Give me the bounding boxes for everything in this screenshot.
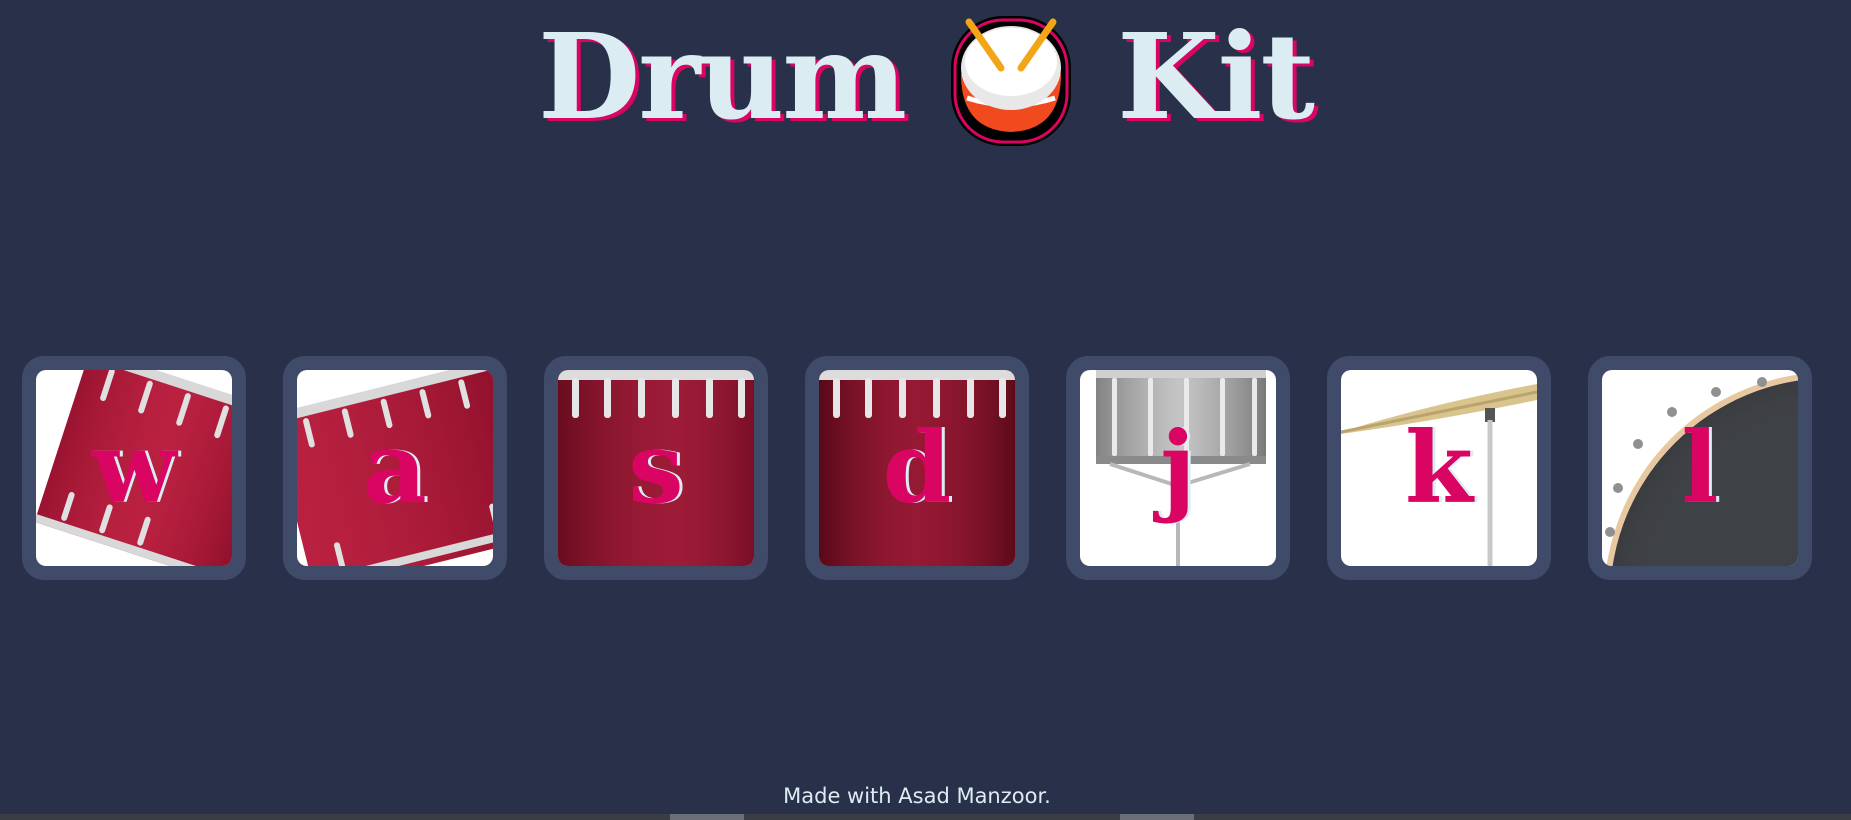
drum-key-label: a bbox=[363, 411, 427, 526]
drum-key-label: j bbox=[1160, 411, 1196, 526]
drum-face: k bbox=[1341, 370, 1537, 566]
scrollbar-thumb[interactable] bbox=[670, 814, 744, 820]
drum-button-w[interactable]: w bbox=[22, 356, 246, 580]
footer-credit: Made with Asad Manzoor. bbox=[783, 784, 1051, 808]
drum-face: l bbox=[1602, 370, 1798, 566]
drum-buttons: w a s d j k l bbox=[22, 356, 1812, 580]
drum-key-label: d bbox=[882, 411, 952, 526]
drum-face: d bbox=[819, 370, 1015, 566]
drum-face: a bbox=[297, 370, 493, 566]
title-word-kit: Kit bbox=[1117, 7, 1315, 146]
drum-key-label: k bbox=[1405, 411, 1473, 526]
title-word-drum: Drum bbox=[537, 7, 907, 146]
drum-button-s[interactable]: s bbox=[544, 356, 768, 580]
scrollbar-thumb[interactable] bbox=[1120, 814, 1194, 820]
drum-emoji-icon bbox=[951, 16, 1072, 146]
drum-button-k[interactable]: k bbox=[1327, 356, 1551, 580]
drum-button-l[interactable]: l bbox=[1588, 356, 1812, 580]
drum-key-label: l bbox=[1681, 411, 1719, 526]
drum-face: w bbox=[36, 370, 232, 566]
drum-button-a[interactable]: a bbox=[283, 356, 507, 580]
page-title: Drum Kit bbox=[0, 7, 1851, 146]
bottom-scrollbar[interactable] bbox=[0, 814, 1851, 820]
drum-face: j bbox=[1080, 370, 1276, 566]
drum-button-d[interactable]: d bbox=[805, 356, 1029, 580]
drum-key-label: s bbox=[628, 411, 684, 526]
drum-face: s bbox=[558, 370, 754, 566]
drum-button-j[interactable]: j bbox=[1066, 356, 1290, 580]
drum-key-label: w bbox=[91, 411, 177, 526]
